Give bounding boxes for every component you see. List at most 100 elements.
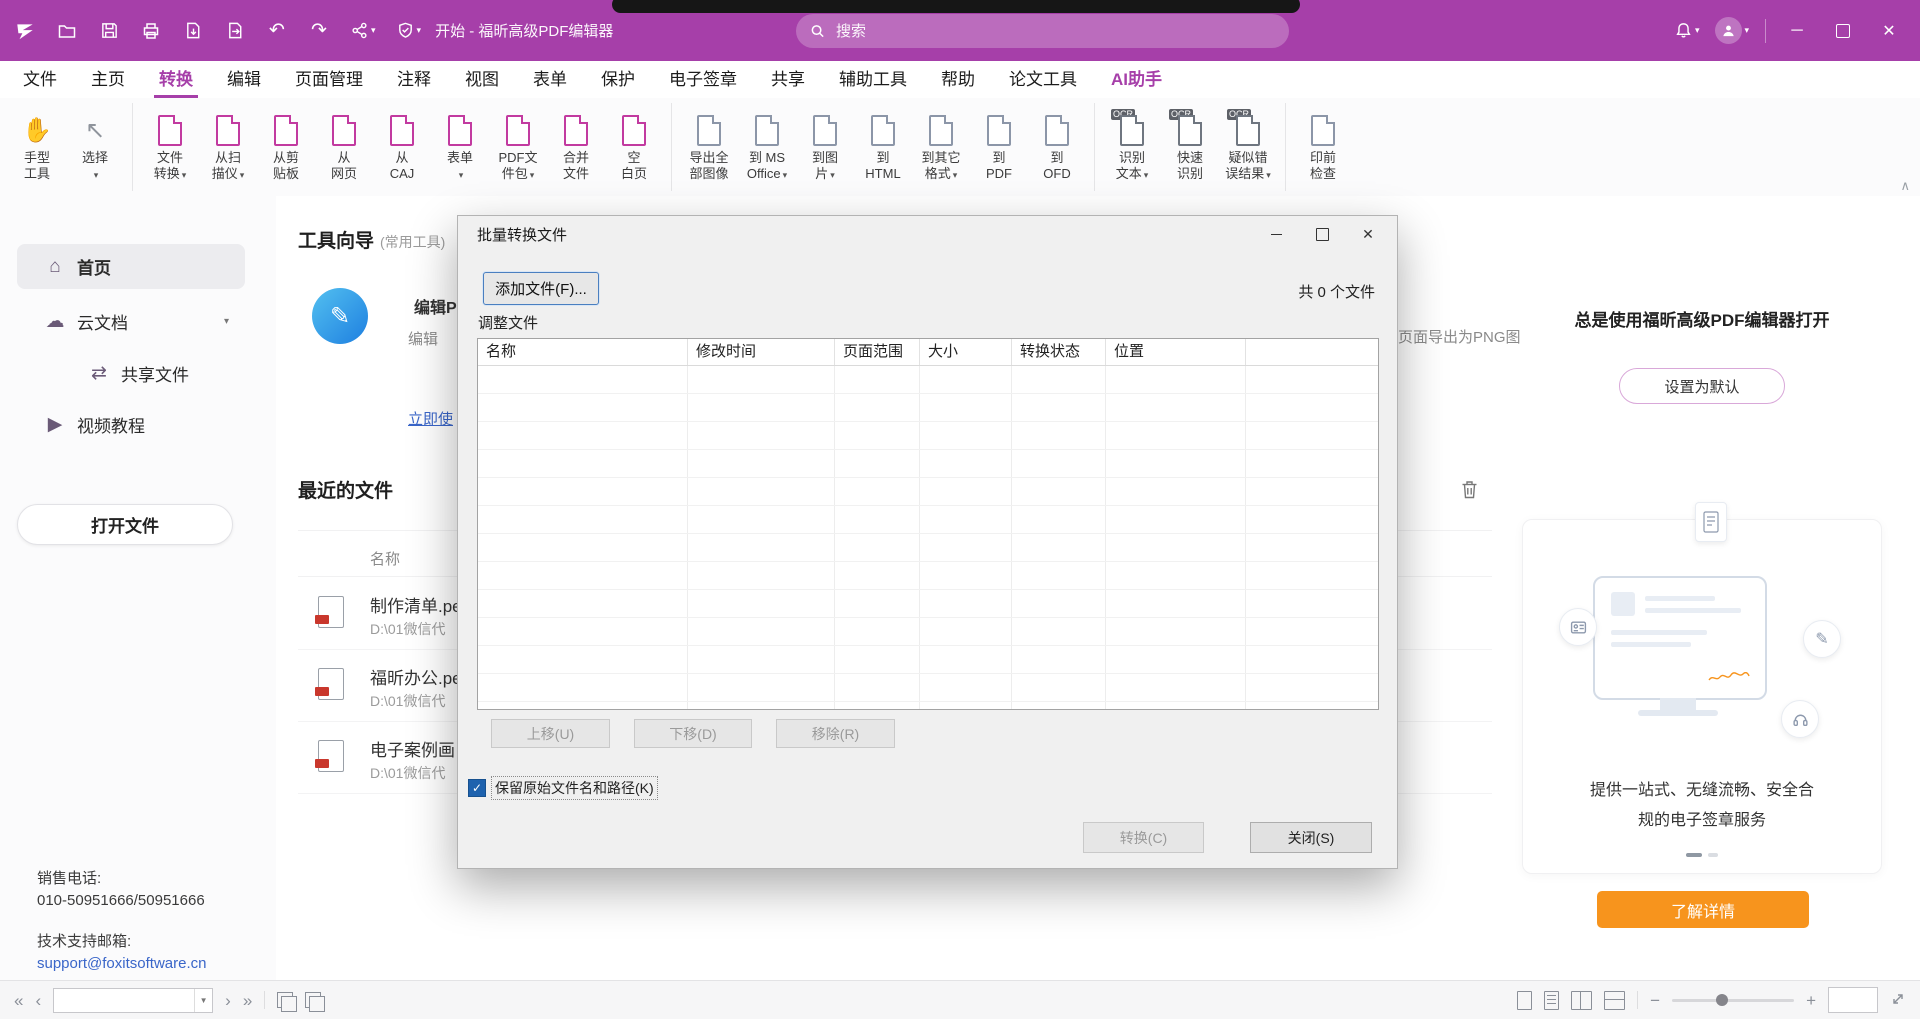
menu-item[interactable]: 注释 (380, 61, 448, 98)
zoom-slider-thumb[interactable] (1716, 994, 1728, 1006)
ribbon-tool[interactable]: OCR 识别 文本▾ (1103, 103, 1161, 191)
menu-item[interactable]: 帮助 (924, 61, 992, 98)
remove-button[interactable]: 移除(R) (776, 719, 895, 748)
dialog-maximize-button[interactable] (1299, 216, 1345, 253)
table-column-header[interactable]: 转换状态 (1012, 339, 1106, 365)
dialog-close-button[interactable]: 关闭(S) (1250, 822, 1372, 853)
sidebar-item[interactable]: ⇄ 共享文件 ▾ (17, 354, 245, 392)
use-now-link[interactable]: 立即使 (408, 408, 453, 429)
minimize-button[interactable]: ─ (1782, 16, 1812, 46)
menu-item[interactable]: 主页 (74, 61, 142, 98)
table-column-header[interactable]: 大小 (920, 339, 1012, 365)
menu-item[interactable]: 页面管理 (278, 61, 380, 98)
open-folder-icon[interactable] (56, 20, 78, 42)
facing-view-icon[interactable] (1571, 991, 1592, 1010)
menu-item[interactable]: 共享 (754, 61, 822, 98)
ribbon-tool[interactable]: OCR 疑似错 误结果▾ (1219, 103, 1286, 191)
trash-icon[interactable] (1461, 480, 1478, 504)
tool-card-title[interactable]: 编辑P (414, 294, 457, 318)
table-column-header[interactable]: 位置 (1106, 339, 1246, 365)
menu-item[interactable]: 保护 (584, 61, 652, 98)
sidebar-item[interactable]: ☁ 云文档 ▾ (17, 299, 245, 344)
ribbon-tool[interactable]: 从 CAJ▾ (373, 103, 431, 191)
dialog-minimize-button[interactable] (1253, 216, 1299, 253)
open-file-button[interactable]: 打开文件 (17, 504, 233, 545)
menu-item[interactable]: 编辑 (210, 61, 278, 98)
zoom-in-icon[interactable]: + (1806, 992, 1816, 1009)
ribbon-tool[interactable]: OCR 快速 识别▾ (1161, 103, 1219, 191)
maximize-button[interactable] (1828, 16, 1858, 46)
dialog-close-icon[interactable]: ✕ (1345, 216, 1391, 253)
ribbon-tool[interactable]: 到 PDF▾ (970, 103, 1028, 191)
account-avatar[interactable]: ▾ (1715, 20, 1749, 42)
chevron-down-icon[interactable]: ▼ (194, 989, 212, 1012)
last-page-icon[interactable]: » (243, 992, 252, 1009)
sidebar-item[interactable]: ▶ 视频教程 ▾ (17, 402, 245, 447)
table-column-header[interactable]: 名称 (478, 339, 688, 365)
page-number-input[interactable] (54, 993, 194, 1008)
export-file-icon[interactable] (224, 20, 246, 42)
verify-shield-icon[interactable]: ▾ (396, 20, 422, 42)
search-box[interactable] (796, 14, 1289, 48)
zoom-slider[interactable] (1672, 999, 1794, 1002)
keep-paths-checkbox[interactable]: ✓ (468, 779, 486, 797)
ribbon-tool[interactable]: 到 HTML▾ (854, 103, 912, 191)
search-input[interactable] (834, 22, 1275, 41)
ribbon-tool[interactable]: 文件 转换▾ (141, 103, 199, 191)
menu-item[interactable]: 电子签章 (652, 61, 754, 98)
table-column-header[interactable]: 页面范围 (835, 339, 920, 365)
convert-button[interactable]: 转换(C) (1083, 822, 1204, 853)
zoom-out-icon[interactable]: − (1650, 992, 1660, 1009)
move-down-button[interactable]: 下移(D) (634, 719, 752, 748)
add-files-button[interactable]: 添加文件(F)... (483, 272, 599, 305)
ribbon-tool[interactable]: 到其它 格式▾ (912, 103, 970, 191)
first-page-icon[interactable]: « (14, 992, 23, 1009)
ribbon-tool[interactable]: 到 OFD▾ (1028, 103, 1095, 191)
zoom-percentage-input[interactable] (1828, 987, 1878, 1013)
menu-item[interactable]: 文件 (6, 61, 74, 98)
ribbon-tool[interactable]: 空 白页▾ (605, 103, 672, 191)
facing-continuous-view-icon[interactable] (1604, 991, 1625, 1010)
dialog-table-body[interactable] (478, 366, 1378, 710)
snapshot-icon[interactable] (277, 992, 293, 1008)
carousel-dots[interactable] (1523, 853, 1881, 857)
undo-icon[interactable]: ↶ (266, 20, 288, 42)
page-number-combo[interactable]: ▼ (53, 988, 213, 1013)
menu-item[interactable]: AI助手 (1094, 61, 1179, 98)
ribbon-tool[interactable]: 从 网页▾ (315, 103, 373, 191)
ribbon-collapse-icon[interactable]: ∧ (1900, 178, 1910, 1017)
ribbon-tool[interactable]: 从扫 描仪▾ (199, 103, 257, 191)
learn-more-button[interactable]: 了解详情 (1597, 891, 1809, 928)
ribbon-tool[interactable]: ✋ 手型 工具▾ (8, 103, 66, 191)
keep-paths-label[interactable]: 保留原始文件名和路径(K) (493, 778, 656, 798)
menu-item[interactable]: 辅助工具 (822, 61, 924, 98)
notifications-bell-icon[interactable]: ▾ (1674, 20, 1700, 42)
ribbon-tool[interactable]: 印前 检查▾ (1294, 103, 1352, 191)
menu-item[interactable]: 论文工具 (992, 61, 1094, 98)
sidebar-item[interactable]: ⌂ 首页 ▾ (17, 244, 245, 289)
dialog-titlebar[interactable]: 批量转换文件 ✕ (458, 216, 1397, 253)
ribbon-tool[interactable]: 到图 片▾ (796, 103, 854, 191)
ribbon-tool[interactable]: 导出全 部图像▾ (680, 103, 738, 191)
ribbon-tool[interactable]: 合并 文件▾ (547, 103, 605, 191)
continuous-view-icon[interactable] (1544, 991, 1559, 1010)
menu-item[interactable]: 表单 (516, 61, 584, 98)
save-icon[interactable] (98, 20, 120, 42)
ribbon-tool[interactable]: 表单 ▾ (431, 103, 489, 191)
redo-icon[interactable]: ↷ (308, 20, 330, 42)
menu-item[interactable]: 转换 (142, 61, 210, 98)
ribbon-tool[interactable]: PDF文 件包▾ (489, 103, 547, 191)
clipboard-icon[interactable] (305, 992, 321, 1008)
print-icon[interactable] (140, 20, 162, 42)
close-button[interactable]: ✕ (1874, 16, 1904, 46)
move-up-button[interactable]: 上移(U) (491, 719, 610, 748)
set-default-button[interactable]: 设置为默认 (1619, 368, 1785, 404)
menu-item[interactable]: 视图 (448, 61, 516, 98)
share-icon[interactable]: ▾ (350, 20, 376, 42)
next-page-icon[interactable]: › (225, 992, 231, 1009)
chevron-down-icon[interactable]: ▾ (224, 316, 229, 327)
export-image-icon[interactable] (182, 20, 204, 42)
support-email-link[interactable]: support@foxitsoftware.cn (37, 953, 206, 975)
ribbon-tool[interactable]: 从剪 贴板▾ (257, 103, 315, 191)
recent-files-name-header[interactable]: 名称 (370, 548, 400, 569)
